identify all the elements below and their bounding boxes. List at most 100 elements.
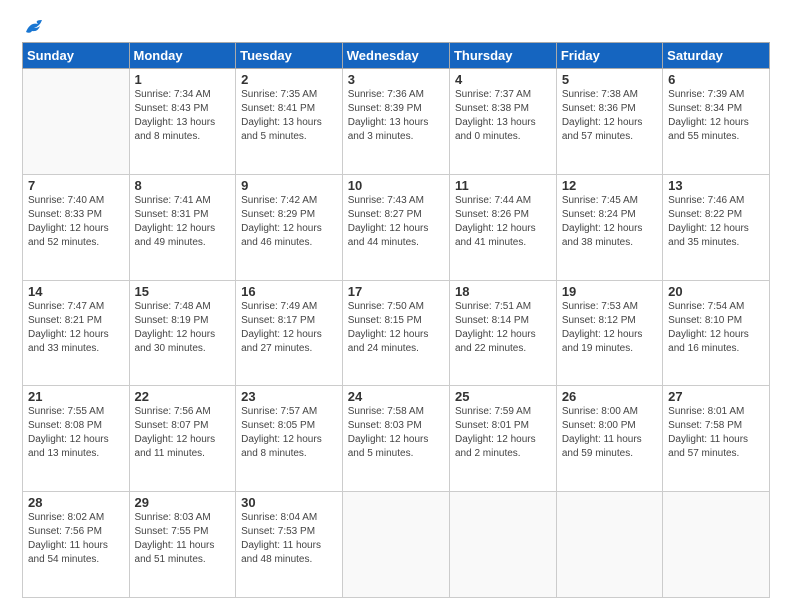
day-number: 14 bbox=[28, 284, 124, 299]
day-number: 17 bbox=[348, 284, 444, 299]
day-info: Sunrise: 7:53 AM Sunset: 8:12 PM Dayligh… bbox=[562, 300, 657, 356]
day-info: Sunrise: 8:02 AM Sunset: 7:56 PM Dayligh… bbox=[28, 511, 124, 567]
day-info: Sunrise: 7:42 AM Sunset: 8:29 PM Dayligh… bbox=[241, 194, 337, 250]
day-info: Sunrise: 7:50 AM Sunset: 8:15 PM Dayligh… bbox=[348, 300, 444, 356]
day-number: 20 bbox=[668, 284, 764, 299]
day-info: Sunrise: 7:39 AM Sunset: 8:34 PM Dayligh… bbox=[668, 88, 764, 144]
day-info: Sunrise: 7:44 AM Sunset: 8:26 PM Dayligh… bbox=[455, 194, 551, 250]
day-info: Sunrise: 7:54 AM Sunset: 8:10 PM Dayligh… bbox=[668, 300, 764, 356]
day-number: 29 bbox=[135, 495, 231, 510]
calendar-cell: 18Sunrise: 7:51 AM Sunset: 8:14 PM Dayli… bbox=[449, 280, 556, 386]
day-number: 28 bbox=[28, 495, 124, 510]
calendar-cell: 15Sunrise: 7:48 AM Sunset: 8:19 PM Dayli… bbox=[129, 280, 236, 386]
calendar-cell: 10Sunrise: 7:43 AM Sunset: 8:27 PM Dayli… bbox=[342, 174, 449, 280]
calendar-cell: 12Sunrise: 7:45 AM Sunset: 8:24 PM Dayli… bbox=[556, 174, 662, 280]
day-info: Sunrise: 7:43 AM Sunset: 8:27 PM Dayligh… bbox=[348, 194, 444, 250]
calendar-cell: 27Sunrise: 8:01 AM Sunset: 7:58 PM Dayli… bbox=[663, 386, 770, 492]
weekday-header-friday: Friday bbox=[556, 43, 662, 69]
calendar-cell: 8Sunrise: 7:41 AM Sunset: 8:31 PM Daylig… bbox=[129, 174, 236, 280]
day-number: 4 bbox=[455, 72, 551, 87]
weekday-header-tuesday: Tuesday bbox=[236, 43, 343, 69]
day-number: 30 bbox=[241, 495, 337, 510]
day-number: 16 bbox=[241, 284, 337, 299]
weekday-header-row: SundayMondayTuesdayWednesdayThursdayFrid… bbox=[23, 43, 770, 69]
logo-bird-icon bbox=[24, 18, 48, 36]
calendar-cell: 21Sunrise: 7:55 AM Sunset: 8:08 PM Dayli… bbox=[23, 386, 130, 492]
calendar-cell: 9Sunrise: 7:42 AM Sunset: 8:29 PM Daylig… bbox=[236, 174, 343, 280]
day-info: Sunrise: 7:58 AM Sunset: 8:03 PM Dayligh… bbox=[348, 405, 444, 461]
weekday-header-thursday: Thursday bbox=[449, 43, 556, 69]
day-number: 18 bbox=[455, 284, 551, 299]
calendar-cell bbox=[556, 492, 662, 598]
calendar-week-row: 7Sunrise: 7:40 AM Sunset: 8:33 PM Daylig… bbox=[23, 174, 770, 280]
day-info: Sunrise: 8:03 AM Sunset: 7:55 PM Dayligh… bbox=[135, 511, 231, 567]
calendar-week-row: 1Sunrise: 7:34 AM Sunset: 8:43 PM Daylig… bbox=[23, 69, 770, 175]
day-info: Sunrise: 7:49 AM Sunset: 8:17 PM Dayligh… bbox=[241, 300, 337, 356]
calendar-week-row: 28Sunrise: 8:02 AM Sunset: 7:56 PM Dayli… bbox=[23, 492, 770, 598]
day-number: 2 bbox=[241, 72, 337, 87]
day-info: Sunrise: 8:01 AM Sunset: 7:58 PM Dayligh… bbox=[668, 405, 764, 461]
day-info: Sunrise: 7:47 AM Sunset: 8:21 PM Dayligh… bbox=[28, 300, 124, 356]
calendar-cell: 2Sunrise: 7:35 AM Sunset: 8:41 PM Daylig… bbox=[236, 69, 343, 175]
calendar-week-row: 14Sunrise: 7:47 AM Sunset: 8:21 PM Dayli… bbox=[23, 280, 770, 386]
calendar-cell: 19Sunrise: 7:53 AM Sunset: 8:12 PM Dayli… bbox=[556, 280, 662, 386]
day-number: 5 bbox=[562, 72, 657, 87]
calendar-cell: 5Sunrise: 7:38 AM Sunset: 8:36 PM Daylig… bbox=[556, 69, 662, 175]
calendar-cell: 20Sunrise: 7:54 AM Sunset: 8:10 PM Dayli… bbox=[663, 280, 770, 386]
calendar-cell bbox=[449, 492, 556, 598]
day-info: Sunrise: 7:48 AM Sunset: 8:19 PM Dayligh… bbox=[135, 300, 231, 356]
day-number: 10 bbox=[348, 178, 444, 193]
calendar-cell: 30Sunrise: 8:04 AM Sunset: 7:53 PM Dayli… bbox=[236, 492, 343, 598]
calendar-cell: 26Sunrise: 8:00 AM Sunset: 8:00 PM Dayli… bbox=[556, 386, 662, 492]
calendar-cell: 25Sunrise: 7:59 AM Sunset: 8:01 PM Dayli… bbox=[449, 386, 556, 492]
day-number: 6 bbox=[668, 72, 764, 87]
logo bbox=[22, 18, 48, 32]
calendar-cell: 13Sunrise: 7:46 AM Sunset: 8:22 PM Dayli… bbox=[663, 174, 770, 280]
day-number: 25 bbox=[455, 389, 551, 404]
calendar-cell: 16Sunrise: 7:49 AM Sunset: 8:17 PM Dayli… bbox=[236, 280, 343, 386]
day-number: 13 bbox=[668, 178, 764, 193]
calendar-cell: 22Sunrise: 7:56 AM Sunset: 8:07 PM Dayli… bbox=[129, 386, 236, 492]
day-info: Sunrise: 7:46 AM Sunset: 8:22 PM Dayligh… bbox=[668, 194, 764, 250]
day-info: Sunrise: 7:45 AM Sunset: 8:24 PM Dayligh… bbox=[562, 194, 657, 250]
calendar-cell: 29Sunrise: 8:03 AM Sunset: 7:55 PM Dayli… bbox=[129, 492, 236, 598]
day-number: 19 bbox=[562, 284, 657, 299]
day-number: 24 bbox=[348, 389, 444, 404]
calendar-cell bbox=[23, 69, 130, 175]
page: SundayMondayTuesdayWednesdayThursdayFrid… bbox=[0, 0, 792, 612]
calendar-table: SundayMondayTuesdayWednesdayThursdayFrid… bbox=[22, 42, 770, 598]
header bbox=[22, 18, 770, 32]
weekday-header-saturday: Saturday bbox=[663, 43, 770, 69]
day-info: Sunrise: 7:34 AM Sunset: 8:43 PM Dayligh… bbox=[135, 88, 231, 144]
day-info: Sunrise: 8:00 AM Sunset: 8:00 PM Dayligh… bbox=[562, 405, 657, 461]
day-info: Sunrise: 7:57 AM Sunset: 8:05 PM Dayligh… bbox=[241, 405, 337, 461]
day-number: 11 bbox=[455, 178, 551, 193]
day-number: 9 bbox=[241, 178, 337, 193]
calendar-cell bbox=[342, 492, 449, 598]
day-number: 26 bbox=[562, 389, 657, 404]
day-number: 8 bbox=[135, 178, 231, 193]
calendar-cell: 17Sunrise: 7:50 AM Sunset: 8:15 PM Dayli… bbox=[342, 280, 449, 386]
calendar-cell bbox=[663, 492, 770, 598]
calendar-cell: 23Sunrise: 7:57 AM Sunset: 8:05 PM Dayli… bbox=[236, 386, 343, 492]
calendar-cell: 4Sunrise: 7:37 AM Sunset: 8:38 PM Daylig… bbox=[449, 69, 556, 175]
calendar-cell: 1Sunrise: 7:34 AM Sunset: 8:43 PM Daylig… bbox=[129, 69, 236, 175]
day-info: Sunrise: 7:40 AM Sunset: 8:33 PM Dayligh… bbox=[28, 194, 124, 250]
day-info: Sunrise: 7:41 AM Sunset: 8:31 PM Dayligh… bbox=[135, 194, 231, 250]
calendar-cell: 11Sunrise: 7:44 AM Sunset: 8:26 PM Dayli… bbox=[449, 174, 556, 280]
day-number: 3 bbox=[348, 72, 444, 87]
day-info: Sunrise: 7:38 AM Sunset: 8:36 PM Dayligh… bbox=[562, 88, 657, 144]
day-info: Sunrise: 7:35 AM Sunset: 8:41 PM Dayligh… bbox=[241, 88, 337, 144]
day-number: 1 bbox=[135, 72, 231, 87]
weekday-header-wednesday: Wednesday bbox=[342, 43, 449, 69]
day-number: 23 bbox=[241, 389, 337, 404]
day-number: 21 bbox=[28, 389, 124, 404]
calendar-cell: 24Sunrise: 7:58 AM Sunset: 8:03 PM Dayli… bbox=[342, 386, 449, 492]
day-number: 22 bbox=[135, 389, 231, 404]
day-number: 27 bbox=[668, 389, 764, 404]
day-number: 15 bbox=[135, 284, 231, 299]
day-info: Sunrise: 7:56 AM Sunset: 8:07 PM Dayligh… bbox=[135, 405, 231, 461]
day-number: 12 bbox=[562, 178, 657, 193]
day-info: Sunrise: 7:36 AM Sunset: 8:39 PM Dayligh… bbox=[348, 88, 444, 144]
day-info: Sunrise: 8:04 AM Sunset: 7:53 PM Dayligh… bbox=[241, 511, 337, 567]
